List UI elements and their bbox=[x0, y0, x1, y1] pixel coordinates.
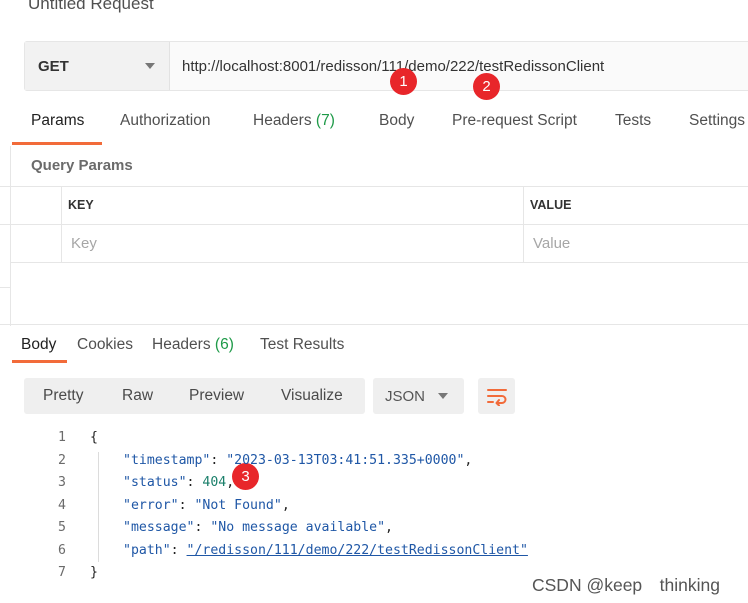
tab-body[interactable]: Body bbox=[379, 112, 414, 130]
column-key: KEY bbox=[68, 198, 94, 212]
marker-2: 2 bbox=[473, 73, 500, 100]
code-line: { bbox=[90, 430, 98, 445]
method-select[interactable]: GET bbox=[25, 42, 170, 90]
headers-count: (7) bbox=[315, 112, 335, 129]
request-tabs: Params Authorization Headers (7) Body Pr… bbox=[0, 112, 748, 146]
code-line: "timestamp": "2023-03-13T03:41:51.335+00… bbox=[123, 453, 473, 468]
format-select[interactable]: JSON bbox=[373, 378, 464, 414]
tab-response-headers[interactable]: Headers (6) bbox=[152, 336, 234, 354]
column-divider bbox=[523, 187, 524, 263]
url-bar: GET http://localhost:8001/redisson/111/d… bbox=[24, 41, 748, 91]
line-number: 2 bbox=[58, 453, 66, 468]
tab-pre-request-script[interactable]: Pre-request Script bbox=[452, 112, 577, 130]
code-line: } bbox=[90, 565, 98, 580]
active-tab-indicator bbox=[12, 360, 67, 363]
panel-border bbox=[0, 224, 10, 225]
tab-params[interactable]: Params bbox=[31, 112, 84, 130]
marker-1: 1 bbox=[390, 68, 417, 95]
code-line: "error": "Not Found", bbox=[123, 498, 290, 513]
panel-border bbox=[0, 186, 10, 187]
chevron-down-icon bbox=[145, 63, 155, 69]
table-header-row: KEY VALUE bbox=[11, 187, 748, 225]
request-title[interactable]: Untitled Request bbox=[28, 0, 154, 14]
line-number: 4 bbox=[58, 498, 66, 513]
response-divider bbox=[0, 324, 748, 325]
query-params-title: Query Params bbox=[31, 157, 133, 174]
column-divider bbox=[61, 187, 62, 263]
line-number: 6 bbox=[58, 543, 66, 558]
line-number: 7 bbox=[58, 565, 66, 580]
tab-headers[interactable]: Headers (7) bbox=[253, 112, 335, 130]
wrap-lines-button[interactable] bbox=[478, 378, 515, 414]
tab-cookies[interactable]: Cookies bbox=[77, 336, 133, 354]
response-tabs: Body Cookies Headers (6) Test Results bbox=[0, 336, 748, 366]
code-line: "status": 404, bbox=[123, 475, 235, 490]
url-input[interactable]: http://localhost:8001/redisson/111/demo/… bbox=[170, 42, 604, 90]
column-value: VALUE bbox=[530, 198, 572, 212]
query-params-table: KEY VALUE Key Value bbox=[11, 186, 748, 263]
table-row: Key Value bbox=[11, 225, 748, 263]
code-line: "message": "No message available", bbox=[123, 520, 393, 535]
value-input[interactable]: Value bbox=[533, 235, 570, 252]
key-input[interactable]: Key bbox=[71, 235, 97, 252]
view-mode-toggle: Pretty Raw Preview Visualize bbox=[24, 378, 365, 414]
watermark: CSDN @keep thinking bbox=[532, 575, 720, 595]
path-link[interactable]: "/redisson/111/demo/222/testRedissonClie… bbox=[187, 543, 528, 558]
raw-button[interactable]: Raw bbox=[122, 378, 189, 414]
wrap-lines-icon bbox=[486, 389, 507, 406]
chevron-down-icon bbox=[438, 393, 448, 399]
tab-settings[interactable]: Settings bbox=[689, 112, 745, 130]
code-line: "path": "/redisson/111/demo/222/testRedi… bbox=[123, 543, 528, 558]
format-label: JSON bbox=[385, 387, 426, 405]
visualize-button[interactable]: Visualize bbox=[281, 378, 361, 414]
response-headers-count: (6) bbox=[214, 336, 234, 353]
line-number: 1 bbox=[58, 430, 66, 445]
line-number: 5 bbox=[58, 520, 66, 535]
pretty-button[interactable]: Pretty bbox=[24, 378, 122, 414]
panel-border bbox=[0, 287, 10, 288]
indent-guide bbox=[98, 452, 99, 562]
method-label: GET bbox=[38, 57, 69, 75]
tab-response-body[interactable]: Body bbox=[21, 336, 56, 354]
tab-test-results[interactable]: Test Results bbox=[260, 336, 344, 354]
tab-authorization[interactable]: Authorization bbox=[120, 112, 210, 130]
tab-tests[interactable]: Tests bbox=[615, 112, 651, 130]
line-number: 3 bbox=[58, 475, 66, 490]
preview-button[interactable]: Preview bbox=[189, 378, 281, 414]
active-tab-indicator bbox=[12, 142, 102, 145]
